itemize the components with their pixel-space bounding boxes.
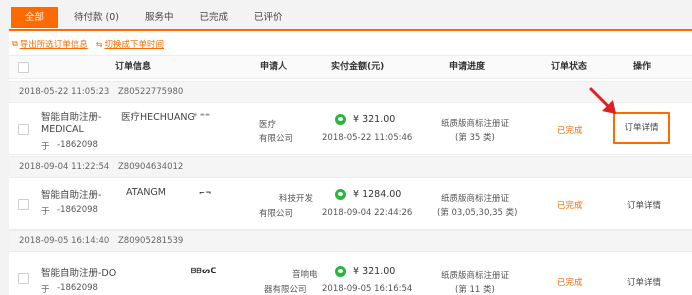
applicant-line2: 有限公司	[259, 134, 294, 144]
paid-amount: ¥ 321.00	[335, 266, 395, 277]
order-number: Z80522775980	[117, 87, 184, 97]
progress-line1: 纸质版商标注册证	[441, 119, 510, 129]
paid-time: 2018-09-05 16:16:54	[322, 284, 413, 294]
tab-completed[interactable]: 已完成	[190, 7, 239, 28]
switch-icon: ⇆	[95, 39, 103, 49]
col-amount: 实付金额(元)	[331, 62, 385, 72]
applicant-line1: 科技开发	[279, 194, 314, 204]
applicant-line2: 有限公司	[259, 209, 294, 219]
paid-time: 2018-05-22 11:05:46	[322, 133, 413, 143]
wechat-pay-icon	[335, 114, 346, 125]
col-action: 操作	[633, 62, 652, 72]
order-row: 智能自助注册- ATANGM ⌐¬ 于 -1862098 科技开发 有限公司 ¥…	[9, 178, 692, 230]
table-header: 订单信息 申请人 实付金额(元) 申请进度 订单状态 操作	[9, 55, 692, 79]
tab-in-service[interactable]: 服务中	[135, 7, 184, 28]
order-row: 智能自助注册-DO ᗷᗷᔕᑕ 于 -1862098 音响电 器有限公司 ¥ 32…	[9, 252, 692, 295]
paid-time: 2018-09-04 22:44:26	[322, 208, 413, 218]
col-progress: 申请进度	[449, 62, 486, 72]
order-detail-link[interactable]: 订单详情	[627, 276, 661, 288]
tab-all[interactable]: 全部	[11, 7, 58, 28]
applicant-line1: 医疗	[259, 120, 277, 130]
progress-line1: 纸质版商标注册证	[441, 271, 510, 281]
order-title-suffix: 医疗HECHUANG	[121, 112, 195, 123]
order-detail-link[interactable]: 订单详情	[613, 112, 670, 144]
switch-label: 切换成下单时间	[104, 40, 164, 50]
order-panel: ⧉ 导出所选订单信息 ⇆ 切换成下单时间 订单信息 申请人 实付金额(元) 申请…	[9, 29, 692, 295]
order-checkbox[interactable]	[18, 199, 29, 210]
brand-logo: ᗷᗷᔕᑕ	[191, 267, 217, 275]
order-datetime: 2018-09-05 16:14:40	[19, 236, 110, 246]
progress-line2: (第 03,05,30,35 类)	[437, 208, 518, 218]
order-title-line2: MEDICAL	[41, 124, 84, 135]
order-sub-prefix: 于	[41, 285, 50, 295]
col-applicant: 申请人	[260, 62, 288, 72]
order-status: 已完成	[557, 201, 583, 211]
order-number: Z80904634012	[117, 162, 184, 172]
order-title: 智能自助注册-	[41, 190, 102, 201]
progress-line2: (第 35 类)	[455, 133, 495, 143]
order-detail-link[interactable]: 订单详情	[627, 199, 661, 211]
brand-logo: ◉ ▬▬	[193, 112, 211, 118]
toolbar: ⧉ 导出所选订单信息 ⇆ 切换成下单时间	[12, 37, 172, 51]
order-phone: -1862098	[57, 283, 98, 293]
export-selected-link[interactable]: ⧉ 导出所选订单信息	[12, 38, 88, 50]
paid-amount: ¥ 321.00	[335, 114, 395, 125]
order-title-suffix: ATANGM	[126, 187, 166, 198]
order-title: 智能自助注册-DO	[41, 268, 117, 279]
col-order-info: 订单信息	[115, 62, 152, 72]
amount-value: ¥ 321.00	[353, 266, 396, 277]
order-status: 已完成	[557, 126, 583, 136]
tab-pending-payment[interactable]: 待付款 (0)	[64, 7, 129, 28]
amount-value: ¥ 321.00	[353, 114, 396, 125]
col-status: 订单状态	[551, 62, 588, 72]
select-all-checkbox[interactable]	[18, 62, 29, 73]
order-header: 2018-09-05 16:14:40 Z80905281539	[9, 230, 692, 252]
brand-logo: ⌐¬	[199, 189, 212, 197]
export-label: 导出所选订单信息	[19, 40, 88, 50]
order-phone: -1862098	[57, 140, 98, 150]
order-tabs: 全部 待付款 (0) 服务中 已完成 已评价	[11, 7, 299, 28]
order-status: 已完成	[557, 278, 583, 288]
arrow-annotation-icon	[589, 87, 616, 114]
progress-line1: 纸质版商标注册证	[441, 194, 510, 204]
switch-time-link[interactable]: ⇆ 切换成下单时间	[95, 38, 164, 51]
wechat-pay-icon	[335, 189, 346, 200]
applicant-line2: 器有限公司	[264, 285, 307, 295]
order-datetime: 2018-09-04 11:22:54	[19, 162, 110, 172]
order-checkbox[interactable]	[18, 273, 29, 284]
progress-line2: (第 11 类)	[455, 285, 495, 295]
order-number: Z80905281539	[117, 236, 184, 246]
order-title: 智能自助注册-	[41, 112, 102, 123]
order-sub-prefix: 于	[41, 207, 50, 217]
order-header: 2018-09-04 11:22:54 Z80904634012	[9, 156, 692, 178]
tab-reviewed[interactable]: 已评价	[244, 7, 293, 28]
order-phone: -1862098	[57, 205, 98, 215]
export-icon: ⧉	[12, 39, 18, 48]
applicant-line1: 音响电	[292, 270, 318, 280]
wechat-pay-icon	[335, 266, 346, 277]
order-sub-prefix: 于	[41, 142, 50, 152]
paid-amount: ¥ 1284.00	[335, 189, 401, 200]
order-checkbox[interactable]	[18, 124, 29, 135]
amount-value: ¥ 1284.00	[353, 189, 402, 200]
order-datetime: 2018-05-22 11:05:23	[19, 87, 110, 97]
